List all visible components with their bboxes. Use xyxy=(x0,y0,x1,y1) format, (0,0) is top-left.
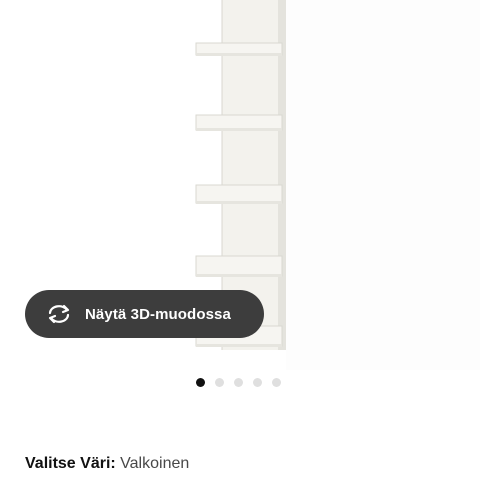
view-3d-button-label: Näytä 3D-muodossa xyxy=(85,305,231,323)
pager-dot-1[interactable] xyxy=(196,378,205,387)
view-3d-button[interactable]: Näytä 3D-muodossa xyxy=(25,290,264,338)
color-choice-value: Valkoinen xyxy=(120,455,190,472)
pager-dot-5[interactable] xyxy=(272,378,281,387)
rotate-arrows-icon xyxy=(45,303,75,325)
color-choice: Valitse Väri: Valkoinen xyxy=(25,455,189,473)
pager-dot-4[interactable] xyxy=(253,378,262,387)
image-gallery-pager xyxy=(196,378,281,387)
pager-dot-2[interactable] xyxy=(215,378,224,387)
color-choice-label: Valitse Väri: xyxy=(25,455,116,472)
pager-dot-3[interactable] xyxy=(234,378,243,387)
